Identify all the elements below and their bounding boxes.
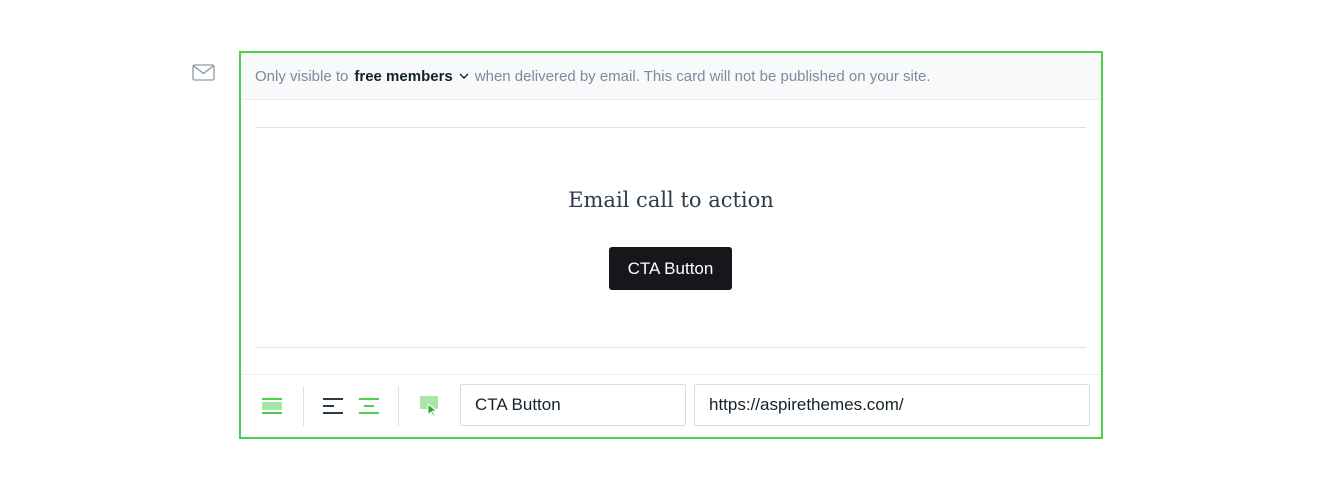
member-segment-label: free members	[354, 67, 453, 85]
align-center-icon[interactable]	[357, 394, 381, 418]
visibility-suffix: when delivered by email. This card will …	[474, 67, 931, 85]
full-width-layout-icon[interactable]	[260, 394, 284, 418]
email-cta-card[interactable]: Only visible to free members when delive…	[239, 51, 1103, 439]
align-left-icon[interactable]	[321, 394, 345, 418]
toolbar-divider	[303, 386, 304, 426]
cta-content: Email call to action CTA Button	[256, 127, 1086, 348]
visibility-notice: Only visible to free members when delive…	[241, 53, 1101, 100]
cta-heading[interactable]: Email call to action	[256, 188, 1086, 212]
cta-button[interactable]: CTA Button	[609, 247, 732, 290]
image-cursor-icon[interactable]	[418, 394, 442, 418]
button-text-input[interactable]	[460, 384, 686, 426]
toolbar-divider	[398, 386, 399, 426]
envelope-icon	[191, 63, 215, 81]
member-segment-dropdown[interactable]: free members	[354, 68, 452, 85]
cta-button-label: CTA Button	[627, 258, 714, 278]
chevron-down-icon[interactable]	[459, 73, 469, 80]
visibility-prefix: Only visible to	[255, 67, 349, 85]
card-toolbar	[241, 374, 1101, 437]
button-url-input[interactable]	[694, 384, 1090, 426]
